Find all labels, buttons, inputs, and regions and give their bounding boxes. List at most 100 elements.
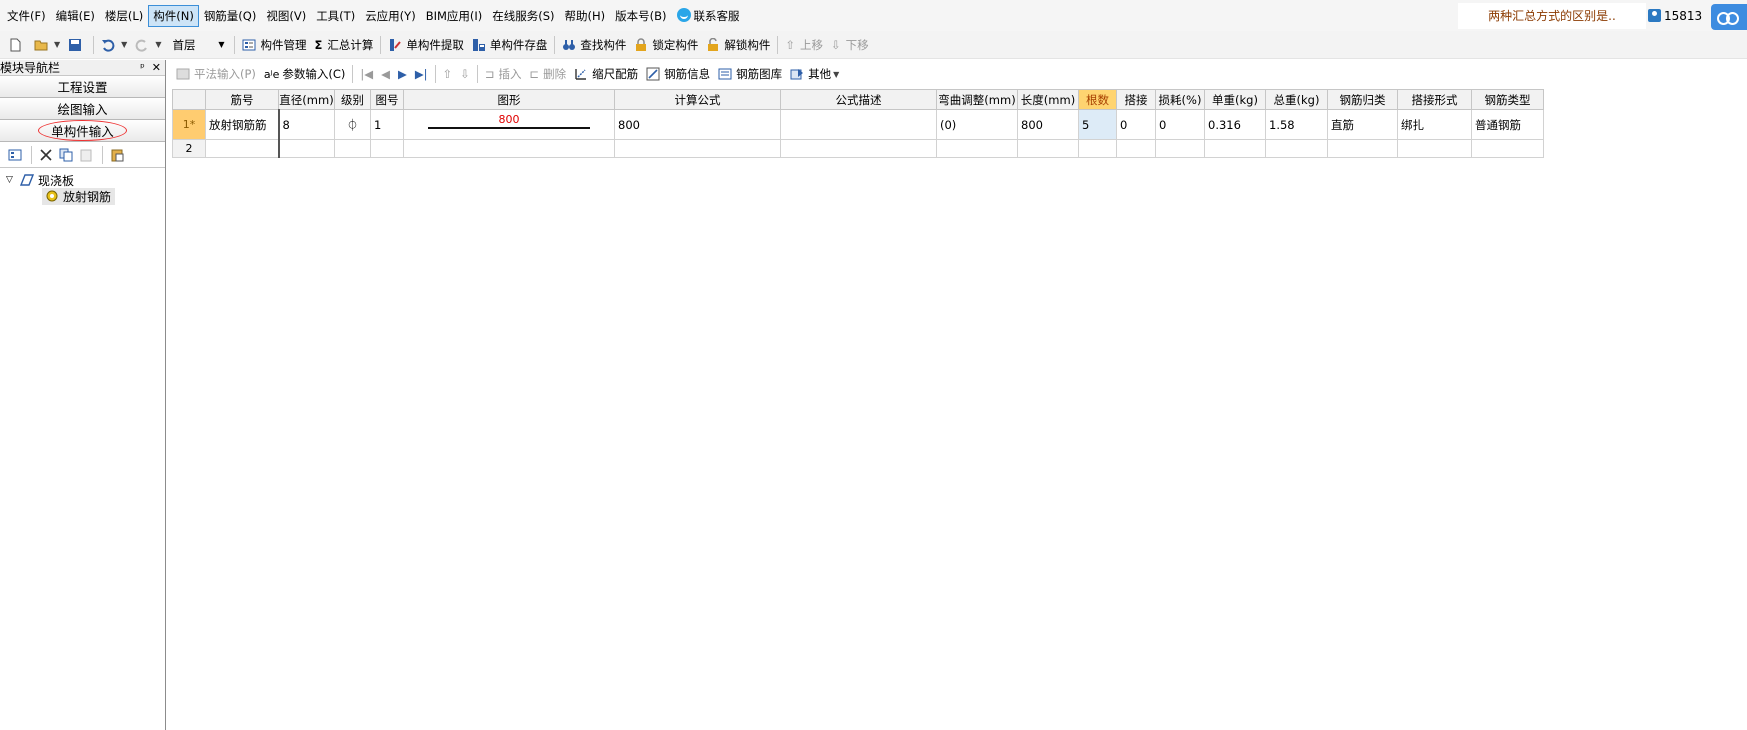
single-extract-button[interactable]: 单构件提取 — [384, 34, 468, 56]
menu-online-service[interactable]: 在线服务(S) — [487, 5, 559, 27]
cell-count[interactable] — [1078, 139, 1117, 158]
col-header-formula-desc[interactable]: 公式描述 — [780, 89, 937, 110]
user-account[interactable]: 15813 — [1648, 3, 1702, 29]
cell-category[interactable] — [1327, 139, 1398, 158]
row-number[interactable]: 1* — [172, 109, 206, 140]
notice-link[interactable]: 两种汇总方式的区别是.. — [1458, 3, 1646, 29]
cell-unit-weight[interactable]: 0.316 — [1204, 109, 1266, 140]
move-up-button[interactable]: ⇧ 上移 — [781, 34, 827, 56]
cell-bend-adjust[interactable]: (0) — [936, 109, 1018, 140]
component-manage-button[interactable]: 构件管理 — [238, 34, 310, 56]
col-header-total-weight[interactable]: 总重(kg) — [1265, 89, 1328, 110]
delete-row-button[interactable]: ⊏ 删除 — [525, 63, 570, 85]
copy-icon[interactable] — [59, 148, 73, 162]
cell-category[interactable]: 直筋 — [1327, 109, 1398, 140]
menu-help[interactable]: 帮助(H) — [560, 5, 611, 27]
col-header-loss[interactable]: 损耗(%) — [1155, 89, 1205, 110]
cell-bar-no[interactable]: 放射钢筋筋 — [205, 109, 279, 140]
cell-formula[interactable]: 800 — [614, 109, 781, 140]
cell-formula-desc[interactable] — [780, 139, 937, 158]
cell-shape[interactable]: 800 — [403, 109, 615, 140]
pin-icon[interactable]: ᵖ — [140, 61, 145, 74]
contact-service-button[interactable]: 联系客服 — [672, 5, 745, 27]
undo-button[interactable]: ▼ — [97, 34, 131, 56]
menu-floor[interactable]: 楼层(L) — [100, 5, 148, 27]
find-component-button[interactable]: 查找构件 — [558, 34, 630, 56]
open-file-button[interactable]: ▼ — [30, 34, 64, 56]
cell-unit-weight[interactable] — [1204, 139, 1266, 158]
new-file-button[interactable] — [4, 34, 30, 56]
col-header-count[interactable]: 根数 — [1078, 89, 1117, 110]
col-header-lap[interactable]: 搭接 — [1116, 89, 1156, 110]
prev-record-button[interactable]: ◀ — [377, 63, 394, 85]
rebar-library-button[interactable]: 钢筋图库 — [714, 63, 786, 85]
insert-button[interactable]: ⊐ 插入 — [481, 63, 526, 85]
col-header-diameter[interactable]: 直径(mm) — [278, 89, 335, 110]
redo-button[interactable]: ▼ — [131, 34, 165, 56]
col-header-length[interactable]: 长度(mm) — [1017, 89, 1079, 110]
last-record-button[interactable]: ▶| — [411, 63, 432, 85]
row-up-button[interactable]: ⇧ — [439, 63, 457, 85]
cell-loss[interactable]: 0 — [1155, 109, 1205, 140]
cell-grade[interactable] — [334, 139, 371, 158]
rebar-info-button[interactable]: 钢筋信息 — [642, 63, 714, 85]
row-number[interactable]: 2 — [172, 139, 206, 158]
cell-total-weight[interactable]: 1.58 — [1265, 109, 1328, 140]
cell-bar-no[interactable] — [205, 139, 279, 158]
cell-total-weight[interactable] — [1265, 139, 1328, 158]
menu-file[interactable]: 文件(F) — [2, 5, 51, 27]
col-header-bend-adjust[interactable]: 弯曲调整(mm) — [936, 89, 1018, 110]
param-input-button[interactable]: aʲe 参数输入(C) — [260, 63, 349, 85]
cell-grade[interactable]: ⏀ — [334, 109, 371, 140]
col-header-bar-no[interactable]: 筋号 — [205, 89, 279, 110]
delete-icon[interactable] — [39, 148, 53, 162]
menu-rebar-quantity[interactable]: 钢筋量(Q) — [199, 5, 262, 27]
menu-cloud[interactable]: 云应用(Y) — [360, 5, 421, 27]
chevron-down-icon[interactable]: ▽ — [6, 175, 20, 185]
menu-view[interactable]: 视图(V) — [261, 5, 311, 27]
single-save-button[interactable]: 单构件存盘 — [468, 34, 552, 56]
save-button[interactable] — [64, 34, 90, 56]
summary-calc-button[interactable]: Σ 汇总计算 — [310, 34, 377, 56]
nav-project-settings[interactable]: 工程设置 — [0, 76, 165, 98]
cell-count[interactable]: 5 — [1078, 109, 1117, 140]
tree-item-child[interactable]: 放射钢筋 — [6, 187, 165, 205]
nav-single-component-input[interactable]: 单构件输入 — [0, 120, 165, 142]
cell-figure-no[interactable] — [370, 139, 404, 158]
cell-lap[interactable] — [1116, 139, 1156, 158]
menu-component[interactable]: 构件(N) — [148, 4, 199, 27]
cloud-icon[interactable] — [1711, 4, 1747, 30]
col-header-lap-type[interactable]: 搭接形式 — [1397, 89, 1472, 110]
menu-version[interactable]: 版本号(B) — [610, 5, 671, 27]
cell-lap-type[interactable]: 绑扎 — [1397, 109, 1472, 140]
col-header-grade[interactable]: 级别 — [334, 89, 371, 110]
cell-figure-no[interactable]: 1 — [370, 109, 404, 140]
cell-bend-adjust[interactable] — [936, 139, 1018, 158]
close-icon[interactable]: ✕ — [152, 61, 161, 74]
col-header-rebar-type[interactable]: 钢筋类型 — [1471, 89, 1544, 110]
cell-diameter[interactable] — [277, 139, 335, 158]
unlock-component-button[interactable]: 解锁构件 — [702, 34, 774, 56]
cell-rebar-type[interactable]: 普通钢筋 — [1471, 109, 1544, 140]
scale-config-button[interactable]: 缩尺配筋 — [570, 63, 642, 85]
menu-bim[interactable]: BIM应用(I) — [421, 5, 488, 27]
row-down-button[interactable]: ⇩ — [456, 63, 474, 85]
first-record-button[interactable]: |◀ — [356, 63, 377, 85]
tree-item-parent[interactable]: ▽ 现浇板 — [6, 172, 165, 188]
menu-edit[interactable]: 编辑(E) — [51, 5, 100, 27]
col-header-category[interactable]: 钢筋归类 — [1327, 89, 1398, 110]
component-list-icon[interactable] — [8, 148, 22, 162]
next-record-button[interactable]: ▶ — [394, 63, 411, 85]
lock-component-button[interactable]: 锁定构件 — [630, 34, 702, 56]
cell-rebar-type[interactable] — [1471, 139, 1544, 158]
cell-length[interactable]: 800 — [1017, 109, 1079, 140]
nav-drawing-input[interactable]: 绘图输入 — [0, 98, 165, 120]
menu-tools[interactable]: 工具(T) — [311, 5, 360, 27]
paste-icon[interactable] — [110, 148, 124, 162]
cell-formula[interactable] — [614, 139, 781, 158]
paste-disabled-icon[interactable] — [79, 148, 93, 162]
cell-lap-type[interactable] — [1397, 139, 1472, 158]
cell-formula-desc[interactable] — [780, 109, 937, 140]
move-down-button[interactable]: ⇩ 下移 — [827, 34, 873, 56]
cell-shape[interactable] — [403, 139, 615, 158]
